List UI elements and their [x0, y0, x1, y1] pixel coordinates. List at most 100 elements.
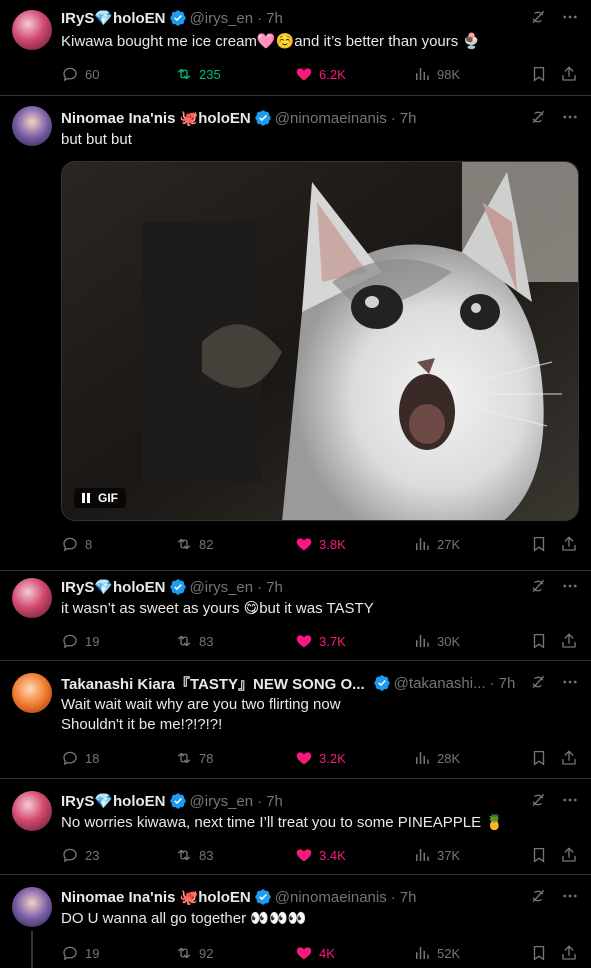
more-icon[interactable]: [561, 577, 579, 595]
reply-count: 60: [85, 66, 100, 82]
author-handle[interactable]: @irys_en: [190, 579, 254, 596]
reply-button[interactable]: 60: [61, 64, 99, 84]
gif-badge[interactable]: GIF: [74, 488, 126, 508]
bookmark-button[interactable]: [530, 845, 548, 865]
retweet-button[interactable]: 78: [175, 748, 213, 768]
bookmark-icon: [530, 944, 548, 962]
grok-icon[interactable]: [529, 577, 547, 595]
bookmark-button[interactable]: [530, 943, 548, 963]
share-button[interactable]: [560, 631, 578, 651]
avatar[interactable]: [12, 10, 52, 50]
retweet-button[interactable]: 92: [175, 943, 213, 963]
author-handle[interactable]: @ninomaeinanis: [275, 110, 387, 127]
reply-icon: [61, 65, 79, 83]
avatar[interactable]: [12, 578, 52, 618]
view-count: 28K: [437, 750, 461, 766]
bookmark-button[interactable]: [530, 631, 548, 651]
like-button[interactable]: 3.7K: [295, 631, 346, 651]
retweet-button[interactable]: 235: [175, 64, 221, 84]
grok-icon[interactable]: [529, 887, 547, 905]
share-button[interactable]: [560, 534, 578, 554]
reply-button[interactable]: 19: [61, 631, 99, 651]
reply-icon: [61, 535, 79, 553]
reply-button[interactable]: 18: [61, 748, 99, 768]
tweet-2[interactable]: Ninomae Ina'nis 🐙holoEN @ninomaeinanis ·…: [0, 96, 591, 571]
views-icon: [413, 535, 431, 553]
verified-badge-icon: [254, 109, 272, 127]
more-icon[interactable]: [561, 887, 579, 905]
timestamp[interactable]: 7h: [266, 793, 283, 810]
retweet-button[interactable]: 83: [175, 845, 213, 865]
views-button[interactable]: 28K: [413, 748, 460, 768]
bookmark-button[interactable]: [530, 64, 548, 84]
author-handle[interactable]: @takanashi...: [394, 675, 486, 692]
like-button[interactable]: 3.2K: [295, 748, 346, 768]
share-button[interactable]: [560, 64, 578, 84]
grok-icon[interactable]: [529, 791, 547, 809]
share-button[interactable]: [560, 748, 578, 768]
author-name[interactable]: IRyS💎holoEN: [61, 578, 166, 596]
reply-button[interactable]: 8: [61, 534, 92, 554]
bookmark-button[interactable]: [530, 534, 548, 554]
author-name[interactable]: Takanashi Kiara『TASTY』NEW SONG O...: [61, 673, 365, 694]
tweet-6[interactable]: Ninomae Ina'nis 🐙holoEN @ninomaeinanis ·…: [0, 875, 591, 968]
avatar[interactable]: [12, 673, 52, 713]
like-button[interactable]: 6.2K: [295, 64, 346, 84]
views-button[interactable]: 37K: [413, 845, 460, 865]
timestamp[interactable]: 7h: [499, 675, 516, 692]
like-button[interactable]: 3.8K: [295, 534, 346, 554]
author-handle[interactable]: @ninomaeinanis: [275, 889, 387, 906]
grok-icon[interactable]: [529, 8, 547, 26]
avatar[interactable]: [12, 106, 52, 146]
surprised-cat-image: [62, 162, 578, 520]
views-button[interactable]: 52K: [413, 943, 460, 963]
tweet-header: Ninomae Ina'nis 🐙holoEN @ninomaeinanis ·…: [61, 108, 579, 128]
timestamp[interactable]: 7h: [266, 10, 283, 27]
avatar[interactable]: [12, 887, 52, 927]
tweet-1[interactable]: IRyS💎holoEN @irys_en · 7h Kiwawa bought …: [0, 0, 591, 96]
retweet-icon: [175, 535, 193, 553]
retweet-icon: [175, 632, 193, 650]
retweet-icon: [175, 65, 193, 83]
bookmark-icon: [530, 535, 548, 553]
share-button[interactable]: [560, 845, 578, 865]
heart-icon: [295, 749, 313, 767]
author-name[interactable]: IRyS💎holoEN: [61, 9, 166, 27]
like-button[interactable]: 3.4K: [295, 845, 346, 865]
action-bar: 19 83 3.7K 30K: [61, 631, 581, 651]
like-button[interactable]: 4K: [295, 943, 335, 963]
views-icon: [413, 749, 431, 767]
retweet-count: 83: [199, 847, 214, 863]
grok-icon[interactable]: [529, 108, 547, 126]
timestamp[interactable]: 7h: [266, 579, 283, 596]
author-name[interactable]: Ninomae Ina'nis 🐙holoEN: [61, 888, 251, 906]
views-button[interactable]: 27K: [413, 534, 460, 554]
grok-icon[interactable]: [529, 673, 547, 691]
retweet-button[interactable]: 82: [175, 534, 213, 554]
reply-button[interactable]: 23: [61, 845, 99, 865]
pause-icon[interactable]: [82, 493, 90, 503]
author-name[interactable]: IRyS💎holoEN: [61, 792, 166, 810]
author-name[interactable]: Ninomae Ina'nis 🐙holoEN: [61, 109, 251, 127]
retweet-button[interactable]: 83: [175, 631, 213, 651]
bookmark-button[interactable]: [530, 748, 548, 768]
author-handle[interactable]: @irys_en: [190, 10, 254, 27]
more-icon[interactable]: [561, 108, 579, 126]
views-button[interactable]: 98K: [413, 64, 460, 84]
author-handle[interactable]: @irys_en: [190, 793, 254, 810]
more-icon[interactable]: [561, 673, 579, 691]
timestamp[interactable]: 7h: [400, 889, 417, 906]
timestamp[interactable]: 7h: [400, 110, 417, 127]
tweet-5[interactable]: IRyS💎holoEN @irys_en · 7h No worries kiw…: [0, 779, 591, 875]
tweet-3[interactable]: IRyS💎holoEN @irys_en · 7h it wasn’t as s…: [0, 571, 591, 661]
more-icon[interactable]: [561, 8, 579, 26]
share-button[interactable]: [560, 943, 578, 963]
tweet-4[interactable]: Takanashi Kiara『TASTY』NEW SONG O... @tak…: [0, 661, 591, 779]
views-button[interactable]: 30K: [413, 631, 460, 651]
share-icon: [560, 535, 578, 553]
like-count: 4K: [319, 945, 335, 961]
avatar[interactable]: [12, 791, 52, 831]
more-icon[interactable]: [561, 791, 579, 809]
reply-button[interactable]: 19: [61, 943, 99, 963]
gif-media[interactable]: GIF: [61, 161, 579, 521]
